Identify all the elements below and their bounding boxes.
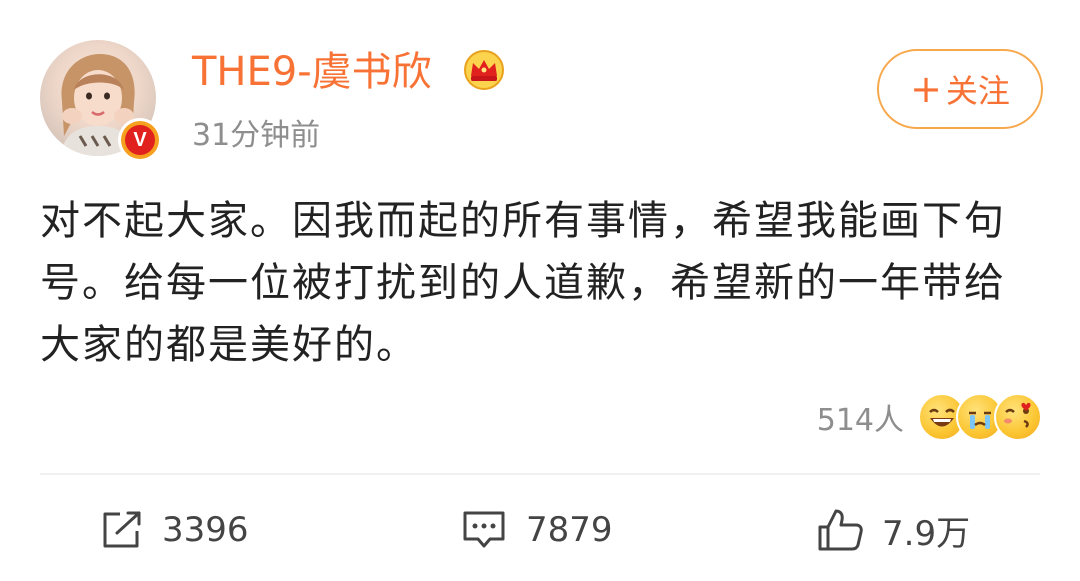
- repost-count: 3396: [162, 510, 249, 550]
- follow-label: 关注: [945, 72, 1010, 110]
- reactions-count: 514人: [816, 403, 904, 438]
- divider: [40, 473, 1040, 475]
- post-timestamp: 31分钟前: [192, 118, 321, 153]
- thumbs-up-icon: [818, 509, 863, 551]
- like-count: 7.9万: [882, 513, 971, 554]
- comment-count: 7879: [526, 510, 613, 550]
- comment-icon: [463, 511, 505, 548]
- comment-button[interactable]: 7879: [460, 505, 613, 555]
- username[interactable]: THE9-虞书欣: [192, 44, 432, 100]
- verified-badge-icon: V: [118, 118, 162, 162]
- plus-icon: +: [910, 67, 942, 111]
- crown-icon[interactable]: [462, 50, 506, 90]
- repost-button[interactable]: 3396: [100, 505, 249, 555]
- reactions-summary[interactable]: 514人: [817, 392, 1042, 442]
- repost-icon: [103, 511, 141, 548]
- follow-button[interactable]: + 关注: [877, 49, 1043, 129]
- like-button[interactable]: 7.9万: [816, 505, 970, 555]
- kiss-emoji-icon: [994, 393, 1042, 441]
- post-text: 对不起大家。因我而起的所有事情，希望我能画下句号。给每一位被打扰到的人道歉，希望…: [40, 198, 1006, 368]
